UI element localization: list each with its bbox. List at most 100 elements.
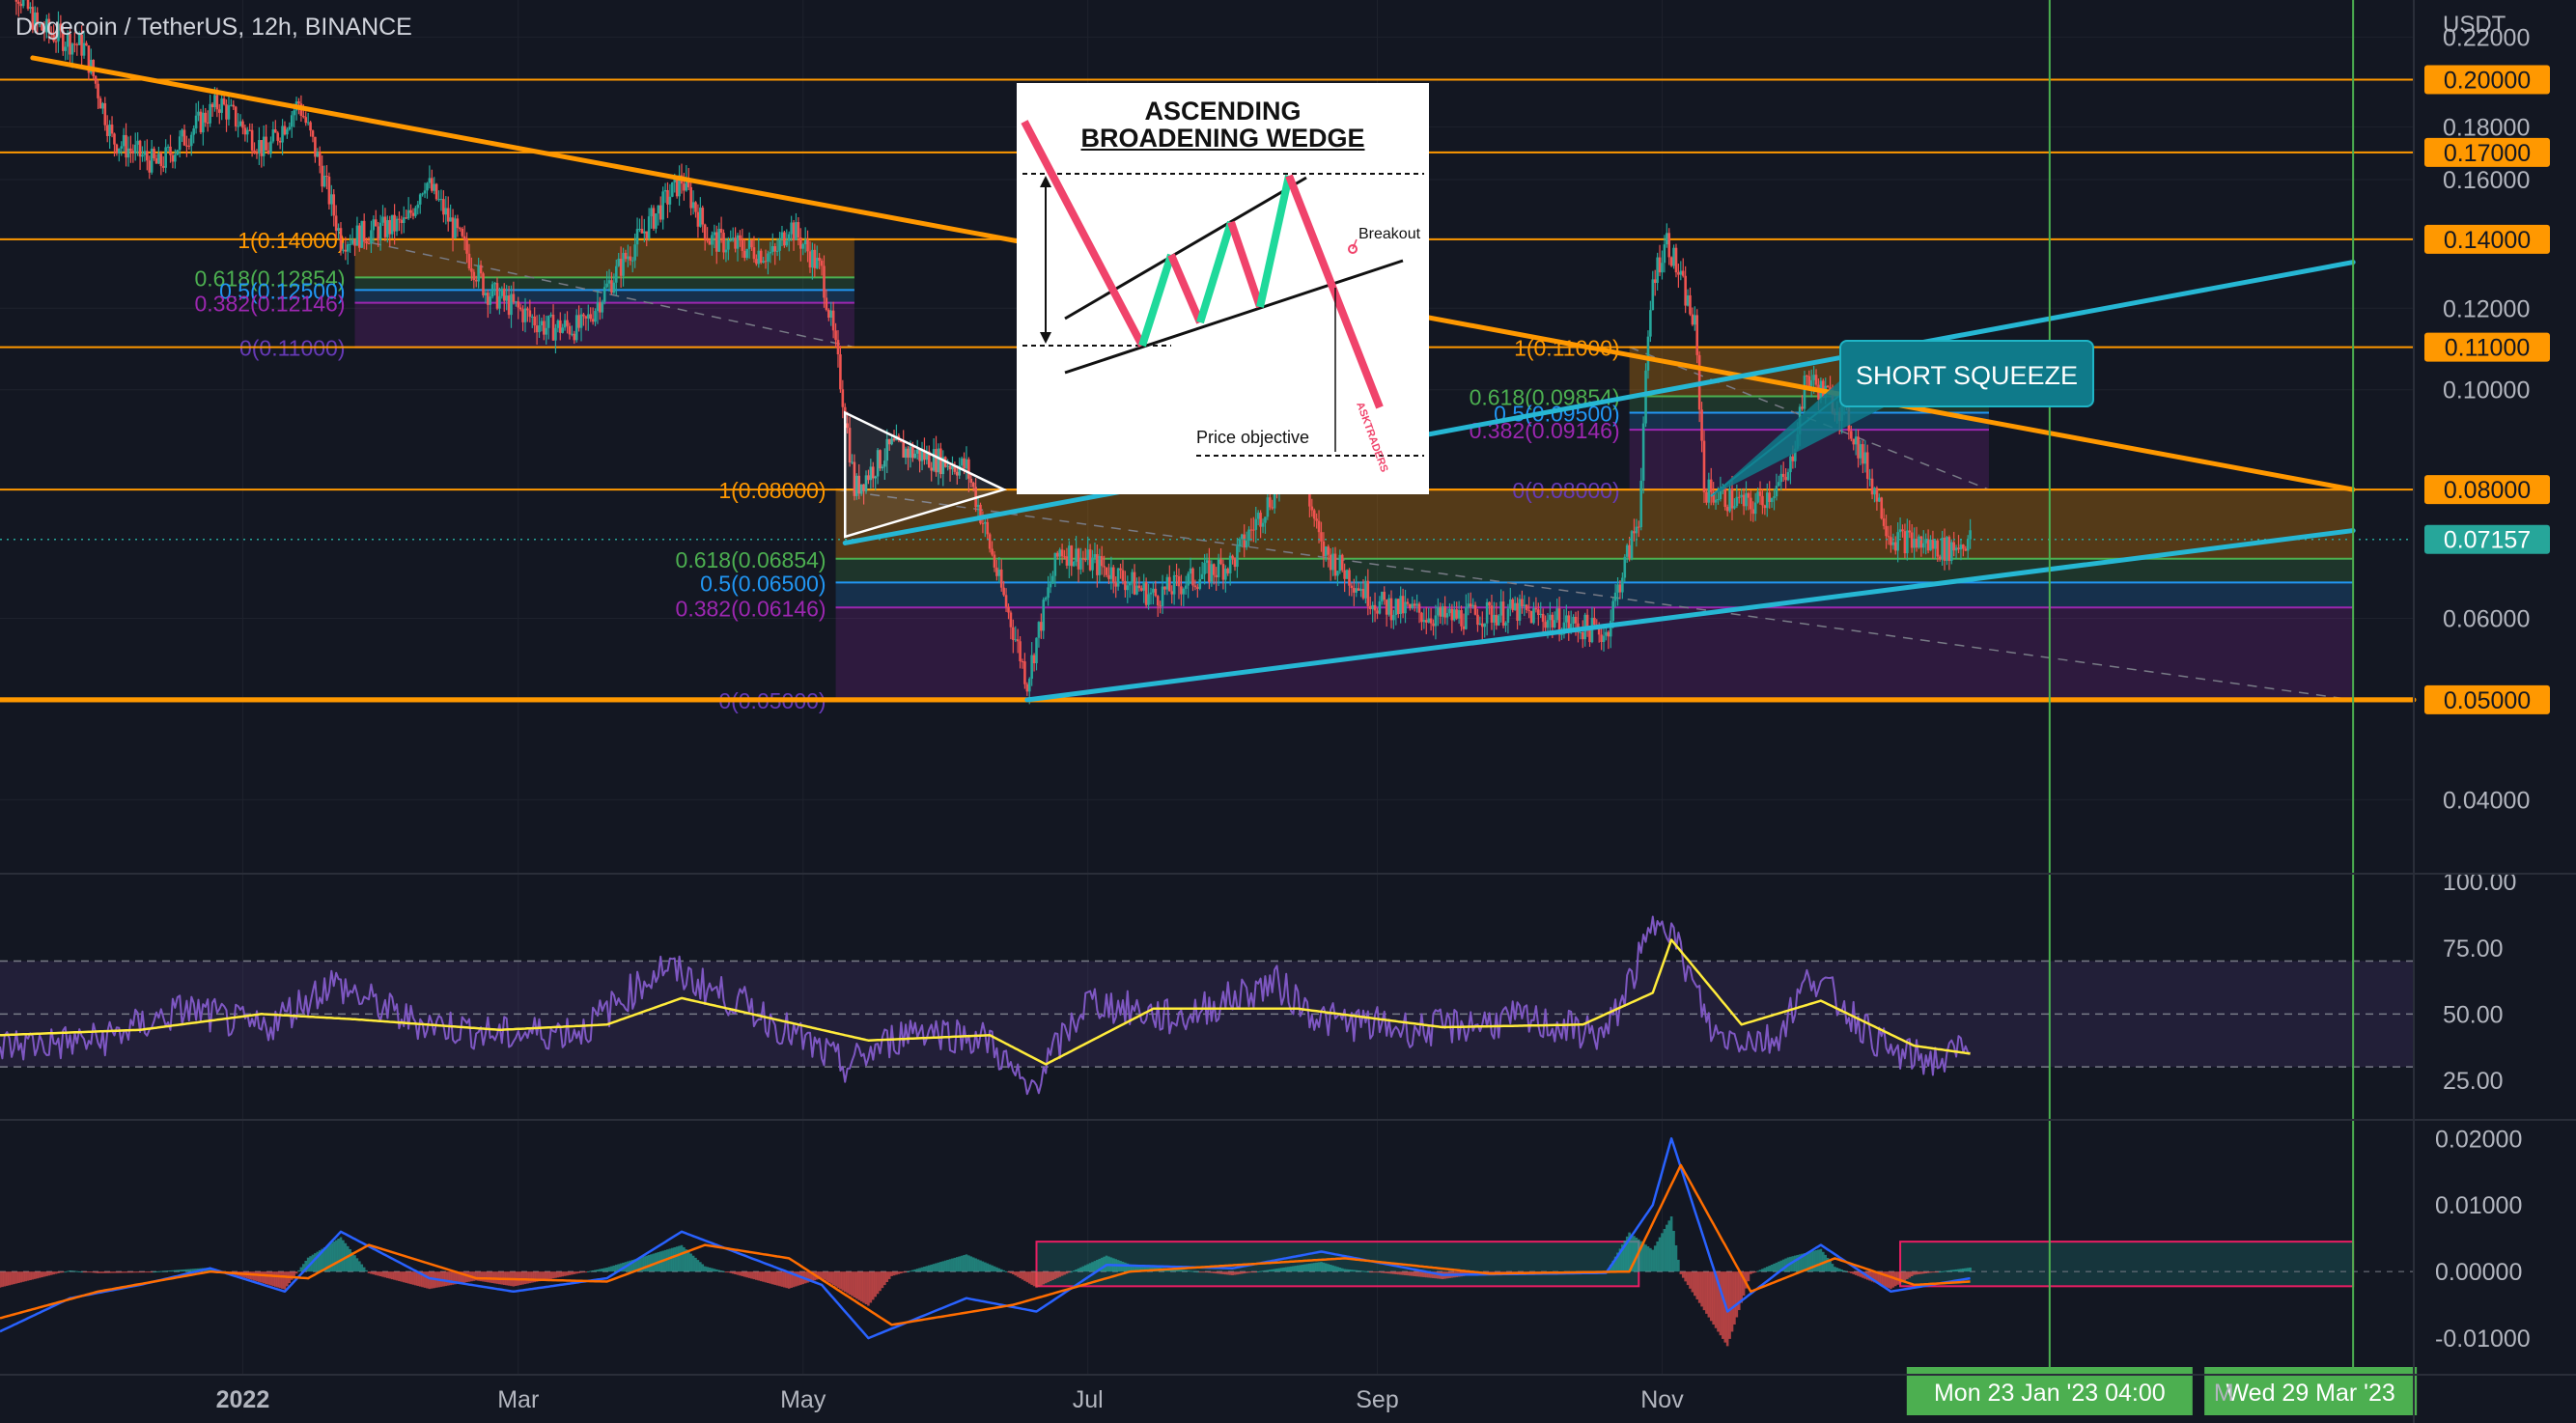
candle-body-257	[599, 302, 602, 313]
macd-histogram-bar-166	[386, 1271, 389, 1278]
candle-body-299	[696, 211, 700, 227]
candle-body-592	[1381, 591, 1384, 601]
candle-body-487	[1135, 585, 1138, 595]
macd-histogram-bar-473	[1103, 1256, 1106, 1272]
macd-histogram-bar-72	[166, 1270, 170, 1272]
candle-body-478	[1114, 582, 1118, 587]
candle-body-711	[1658, 257, 1662, 273]
macd-histogram-bar-393	[915, 1269, 919, 1272]
candle-body-309	[719, 229, 723, 234]
candle-body-708	[1651, 279, 1655, 311]
candle-body-607	[1415, 603, 1418, 606]
macd-histogram-bar-66	[153, 1271, 155, 1273]
macd-histogram-bar-519	[1210, 1271, 1214, 1273]
macd-histogram-bar-409	[953, 1257, 957, 1272]
candle-body-147	[342, 249, 345, 251]
candle-body-310	[722, 233, 725, 253]
macd-histogram-bar-369	[859, 1271, 863, 1302]
candle-body-305	[711, 235, 714, 245]
wedge-leg-2	[1138, 253, 1175, 348]
candle-body-31	[70, 43, 74, 55]
macd-histogram-bar-469	[1093, 1261, 1097, 1272]
macd-histogram-bar-571	[1331, 1265, 1334, 1272]
candle-body-77	[178, 136, 182, 151]
candle-body-306	[713, 232, 716, 236]
candle-body-175	[406, 209, 410, 219]
short-squeeze-callout[interactable]: SHORT SQUEEZE	[1839, 340, 2094, 407]
macd-histogram-bar-352	[820, 1271, 824, 1278]
candle-body-60	[138, 140, 142, 157]
macd-histogram-bar-753	[1756, 1270, 1759, 1272]
macd-histogram-bar-258	[601, 1268, 604, 1272]
macd-histogram-bar-312	[727, 1271, 730, 1273]
macd-histogram-bar-459	[1070, 1271, 1074, 1273]
candle-body-288	[671, 181, 674, 197]
macd-histogram-bar-510	[1189, 1270, 1192, 1272]
candle-body-293	[683, 183, 686, 191]
candle-body-54	[125, 134, 127, 158]
candle-body-51	[118, 148, 121, 153]
macd-histogram-bar-481	[1121, 1261, 1125, 1272]
candle-body-208	[484, 293, 488, 295]
candle-body-827	[1929, 539, 1932, 551]
candle-body-198	[461, 228, 464, 237]
candle-body-613	[1429, 618, 1433, 624]
macd-histogram-bar-423	[986, 1263, 990, 1272]
candle-body-103	[238, 121, 242, 126]
candle-body-509	[1187, 573, 1190, 586]
macd-histogram-bar-517	[1205, 1271, 1209, 1273]
macd-histogram-bar-606	[1413, 1271, 1416, 1276]
candle-body-237	[551, 314, 555, 341]
fib-level-label-1-1: 0.618(0.06854)	[676, 547, 826, 572]
macd-histogram-bar-455	[1060, 1271, 1064, 1276]
candle-body-667	[1555, 608, 1558, 621]
macd-histogram-bar-558	[1301, 1265, 1304, 1272]
candle-body-724	[1689, 294, 1692, 315]
candle-body-190	[442, 199, 445, 215]
candle-body-833	[1943, 537, 1946, 561]
candle-body-176	[409, 209, 412, 213]
macd-histogram-bar-154	[358, 1261, 361, 1272]
candle-body-533	[1243, 534, 1246, 548]
candle-body-284	[661, 191, 664, 220]
fib-retracement-0[interactable]: 1(0.14000)0.618(0.12854)0.5(0.12500)0.38…	[194, 228, 855, 361]
candle-body-53	[122, 134, 126, 147]
candle-body-201	[467, 253, 471, 269]
macd-histogram-bar-185	[430, 1271, 434, 1289]
macd-histogram-bar-749	[1747, 1271, 1750, 1282]
candle-body-697	[1625, 544, 1629, 557]
macd-histogram-bar-840	[1959, 1269, 1963, 1272]
candle-body-130	[302, 115, 305, 118]
macd-histogram-bar-550	[1282, 1267, 1286, 1272]
macd-histogram-bar-165	[383, 1271, 387, 1278]
candle-body-111	[258, 140, 261, 153]
macd-histogram-bar-227	[528, 1271, 532, 1284]
candle-body-212	[493, 283, 496, 285]
candle-body-106	[245, 129, 249, 135]
candle-body-638	[1488, 601, 1491, 606]
candle-body-340	[792, 222, 796, 240]
candle-body-756	[1763, 505, 1767, 509]
macd-histogram-bar-421	[981, 1261, 985, 1272]
candle-body-834	[1946, 537, 1948, 561]
macd-histogram-bar-310	[722, 1270, 725, 1272]
candle-body-238	[554, 327, 557, 341]
macd-histogram-bar-207	[482, 1271, 485, 1282]
candle-body-634	[1478, 623, 1482, 626]
candle-body-527	[1228, 555, 1232, 573]
candle-body-704	[1641, 423, 1645, 481]
candle-body-206	[479, 265, 483, 274]
symbol-header[interactable]: Dogecoin / TetherUS, 12h, BINANCE	[15, 14, 412, 42]
macd-histogram-bar-120	[278, 1271, 282, 1289]
macd-histogram-bar-795	[1854, 1271, 1858, 1275]
price-axis-tick-3: 0.12000	[2443, 295, 2530, 322]
candle-body-765	[1784, 477, 1787, 481]
macd-histogram-bar-365	[851, 1271, 854, 1297]
candle-body-62	[143, 151, 147, 155]
macd-histogram-bar-778	[1814, 1249, 1818, 1272]
candle-body-216	[502, 288, 506, 301]
candle-body-814	[1898, 529, 1902, 533]
macd-histogram-bar-742	[1730, 1271, 1734, 1332]
macd-histogram-bar-235	[546, 1271, 550, 1280]
macd-histogram-bar-549	[1280, 1268, 1283, 1272]
